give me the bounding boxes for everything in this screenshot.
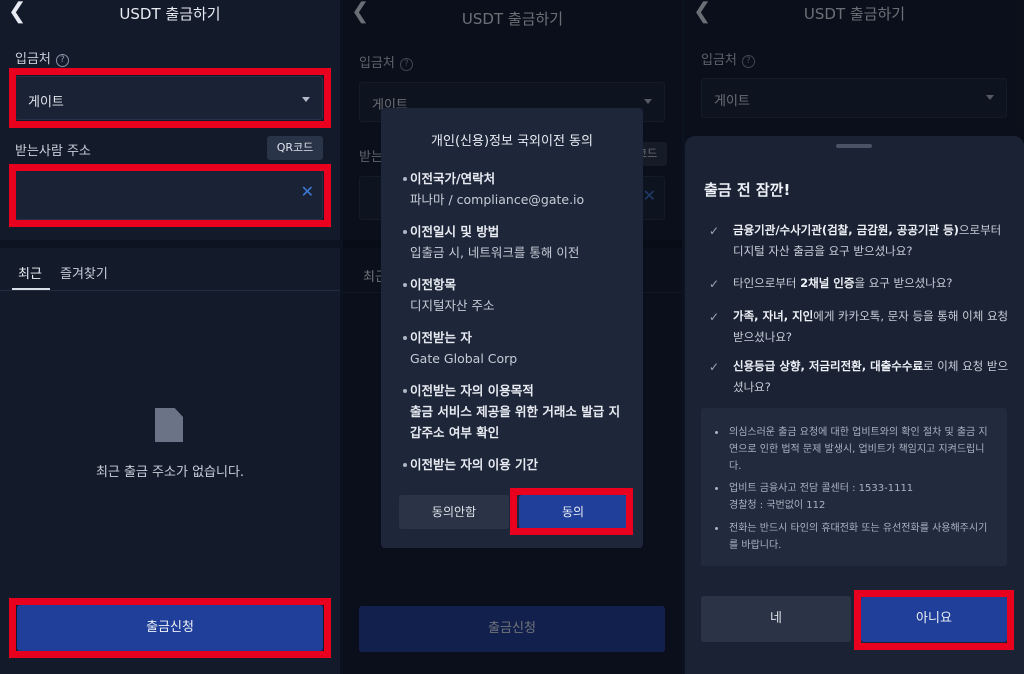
check-icon: ✓	[709, 277, 720, 291]
withdraw-screen: ❮ USDT 출금하기 입금처? 게이트 받는사람 주소 QR코드 ✕ 최근 즐…	[0, 0, 340, 674]
help-icon[interactable]: ?	[55, 54, 69, 67]
chevron-down-icon	[302, 97, 310, 102]
consent-item: 이전받는 자 Gate Global Corp	[403, 327, 629, 369]
modal-title: 개인(신용)정보 국외이전 동의	[431, 134, 593, 149]
check-icon: ✓	[709, 360, 720, 374]
bullet	[715, 527, 718, 530]
bullet	[403, 336, 407, 340]
document-icon	[155, 408, 183, 442]
bullet	[403, 230, 407, 234]
tab-border	[0, 290, 340, 291]
no-button[interactable]: 아니요	[861, 596, 1007, 642]
tab-recent[interactable]: 최근	[18, 263, 42, 282]
withdraw-submit-button[interactable]: 출금신청	[17, 605, 323, 651]
warning-check-bold: 2채널 인증	[800, 276, 855, 290]
bullet	[403, 389, 407, 393]
recipient-label: 받는사람 주소	[15, 144, 91, 159]
consent-screen: ❮ USDT 출금하기 입금처? 게이트 받는사람 주소 QR코드 ✕ 최근 출…	[343, 0, 682, 674]
consent-item: 이전일시 및 방법 입출금 시, 네트워크를 통해 이전	[403, 221, 629, 263]
consent-item-value: 디지털자산 주소	[410, 298, 495, 313]
app-header: ❮ USDT 출금하기	[0, 0, 340, 28]
tab-favorites[interactable]: 즐겨찾기	[60, 263, 108, 282]
warning-check-item: 신용등급 상향, 저금리전환, 대출수수료로 이체 요청 받으셨나요?	[733, 356, 1012, 398]
sheet-handle[interactable]	[836, 144, 872, 148]
empty-state-text: 최근 출금 주소가 없습니다.	[95, 465, 245, 480]
stage: ❮ USDT 출금하기 입금처? 게이트 받는사람 주소 QR코드 ✕ 최근 즐…	[0, 0, 1024, 674]
notice-text: 전화는 반드시 타인의 휴대전화 또는 유선전화를 사용해주시기를 바랍니다.	[729, 523, 988, 551]
consent-item-value: 입출금 시, 네트워크를 통해 이전	[410, 245, 580, 260]
disagree-button[interactable]: 동의안함	[399, 495, 509, 529]
check-icon: ✓	[709, 224, 720, 238]
consent-item: 이전받는 자의 이용 기간	[403, 454, 629, 475]
notice-text: 의심스러운 출금 요청에 대한 업비트와의 확인 절차 및 출금 지연으로 인한…	[729, 427, 988, 472]
consent-item-key: 이전일시 및 방법	[410, 224, 500, 239]
destination-label: 입금처?	[15, 48, 69, 67]
warning-check-rest: 을 요구 받으셨나요?	[854, 276, 953, 290]
notice-item: 의심스러운 출금 요청에 대한 업비트와의 확인 절차 및 출금 지연으로 인한…	[715, 424, 995, 475]
warning-check-pre: 타인으로부터	[733, 276, 801, 290]
warning-check-bold: 가족, 자녀, 지인	[733, 309, 814, 323]
warning-check-item: 금융기관/수사기관(검찰, 금감원, 공공기관 등)으로부터 디지털 자산 출금…	[733, 220, 1012, 262]
destination-select-value: 게이트	[28, 95, 64, 110]
notice-item: 전화는 반드시 타인의 휴대전화 또는 유선전화를 사용해주시기를 바랍니다.	[715, 520, 995, 554]
warning-bottom-sheet: 출금 전 잠깐! ✓ 금융기관/수사기관(검찰, 금감원, 공공기관 등)으로부…	[685, 136, 1024, 674]
notice-text: 업비트 금융사고 전담 콜센터 : 1533-1111 경찰청 : 국번없이 1…	[729, 483, 914, 511]
qr-code-button[interactable]: QR코드	[267, 136, 323, 160]
section-divider	[0, 240, 340, 248]
bullet	[403, 177, 407, 181]
consent-modal: 개인(신용)정보 국외이전 동의 이전국가/연락처 파나마 / complian…	[381, 108, 643, 548]
clear-icon[interactable]: ✕	[301, 182, 314, 201]
destination-select[interactable]: 게이트	[15, 76, 323, 120]
warning-screen: ❮ USDT 출금하기 입금처? 게이트 출금 전 잠깐! ✓ 금융기관/수사기…	[685, 0, 1024, 674]
consent-item: 이전항목 디지털자산 주소	[403, 274, 629, 316]
consent-item-key: 이전받는 자의 이용목적	[410, 383, 534, 398]
bullet	[403, 283, 407, 287]
bullet	[403, 463, 407, 467]
consent-item-key: 이전받는 자	[410, 330, 472, 345]
notice-item: 업비트 금융사고 전담 콜센터 : 1533-1111 경찰청 : 국번없이 1…	[715, 480, 995, 514]
warning-check-bold: 신용등급 상향, 저금리전환, 대출수수료	[733, 359, 924, 373]
consent-item: 이전받는 자의 이용목적 출금 서비스 제공을 위한 거래소 발급 지갑주소 여…	[403, 380, 629, 443]
warning-check-item: 가족, 자녀, 지인에게 카카오톡, 문자 등을 통해 이체 요청 받으셨나요?	[733, 306, 1012, 348]
consent-item-key: 이전국가/연락처	[410, 171, 496, 186]
consent-item: 이전국가/연락처 파나마 / compliance@gate.io	[403, 168, 629, 210]
consent-item-value: 출금 서비스 제공을 위한 거래소 발급 지갑주소 여부 확인	[410, 404, 621, 440]
sheet-title: 출금 전 잠깐!	[704, 181, 791, 199]
warning-check-item: 타인으로부터 2채널 인증을 요구 받으셨나요?	[733, 273, 1012, 294]
consent-item-value: 파나마 / compliance@gate.io	[410, 192, 585, 207]
warning-check-bold: 금융기관/수사기관(검찰, 금감원, 공공기관 등)	[733, 223, 959, 237]
consent-item-key: 이전받는 자의 이용 기간	[410, 457, 539, 472]
consent-item-value: Gate Global Corp	[410, 351, 518, 366]
agree-button[interactable]: 동의	[519, 495, 627, 529]
check-icon: ✓	[709, 310, 720, 324]
destination-label-text: 입금처	[15, 52, 51, 67]
recipient-address-input[interactable]: ✕	[15, 170, 323, 220]
bullet	[715, 487, 718, 490]
notice-box: 의심스러운 출금 요청에 대한 업비트와의 확인 절차 및 출금 지연으로 인한…	[701, 408, 1007, 566]
bullet	[715, 431, 718, 434]
consent-item-key: 이전항목	[410, 277, 457, 292]
page-title: USDT 출금하기	[119, 5, 221, 23]
yes-button[interactable]: 네	[701, 596, 851, 642]
